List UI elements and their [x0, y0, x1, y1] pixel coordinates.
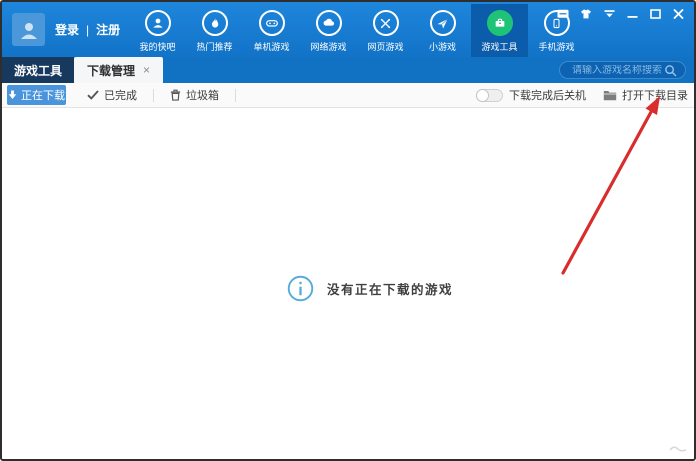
- menu-down-icon[interactable]: [603, 8, 615, 19]
- downloading-label: 正在下载: [21, 90, 65, 102]
- nav-label: 网页游戏: [367, 42, 404, 52]
- user-area: 登录 | 注册: [12, 13, 120, 46]
- message-icon[interactable]: [557, 8, 569, 19]
- toolbar-right: 下载完成后关机 打开下载目录: [476, 87, 688, 103]
- search-box[interactable]: [559, 61, 686, 79]
- download-toolbar: 正在下载 已完成 垃圾箱 下载完成后关机 打开下载目录: [2, 83, 694, 108]
- main-nav: 我的快吧 热门推荐 单机游戏 网络游戏 网页游戏 小游戏 游戏工具 手机游戏: [129, 4, 585, 57]
- empty-state: 没有正在下载的游戏: [287, 275, 453, 302]
- nav-item-my-kuaiba[interactable]: 我的快吧: [129, 4, 186, 57]
- completed-label: 已完成: [104, 90, 137, 102]
- search-icon[interactable]: [664, 64, 677, 77]
- tab-bar: 游戏工具 下载管理 ×: [2, 57, 694, 83]
- nav-label: 游戏工具: [481, 42, 518, 52]
- download-list-area: 没有正在下载的游戏: [2, 108, 694, 459]
- minimize-icon[interactable]: [626, 8, 638, 19]
- nav-item-web-games[interactable]: 网页游戏: [357, 4, 414, 57]
- downloading-button[interactable]: 正在下载: [7, 85, 66, 105]
- toolbox-icon: [486, 10, 513, 36]
- close-icon[interactable]: [672, 8, 684, 19]
- empty-message: 没有正在下载的游戏: [327, 283, 454, 297]
- completed-button[interactable]: 已完成: [87, 87, 137, 103]
- shutdown-toggle-label[interactable]: 下载完成后关机: [509, 87, 586, 103]
- window-controls: [557, 8, 684, 19]
- toggle-knob: [476, 88, 489, 102]
- flame-icon: [201, 10, 228, 36]
- nav-item-standalone-games[interactable]: 单机游戏: [243, 4, 300, 57]
- nav-label: 网络游戏: [310, 42, 347, 52]
- info-icon: [287, 275, 314, 302]
- trash-button[interactable]: 垃圾箱: [170, 87, 219, 103]
- skin-icon[interactable]: [580, 8, 592, 19]
- login-links: 登录 | 注册: [55, 21, 120, 38]
- nav-item-hot[interactable]: 热门推荐: [186, 4, 243, 57]
- search-input[interactable]: [572, 64, 664, 76]
- toolbar-divider: [153, 88, 154, 102]
- tab-label: 游戏工具: [13, 63, 62, 78]
- nav-label: 热门推荐: [196, 42, 233, 52]
- topbar: 登录 | 注册 我的快吧 热门推荐 单机游戏 网络游戏 网页游戏 小游戏 游戏工…: [2, 2, 694, 57]
- trash-label: 垃圾箱: [186, 90, 219, 102]
- maximize-icon[interactable]: [649, 8, 661, 19]
- check-icon: [87, 90, 99, 100]
- shutdown-toggle[interactable]: [476, 88, 503, 102]
- download-arrow-icon: [8, 90, 17, 100]
- user-silhouette-icon: [20, 22, 37, 39]
- tab-close-icon[interactable]: ×: [143, 64, 150, 76]
- folder-icon: [603, 90, 617, 100]
- nav-item-game-tools[interactable]: 游戏工具: [471, 4, 528, 57]
- tab-game-tools[interactable]: 游戏工具: [2, 57, 74, 83]
- cloud-icon: [315, 10, 342, 36]
- nav-item-mini-games[interactable]: 小游戏: [414, 4, 471, 57]
- nav-item-online-games[interactable]: 网络游戏: [300, 4, 357, 57]
- toolbar-divider: [235, 88, 236, 102]
- login-link[interactable]: 登录: [55, 21, 79, 38]
- trash-icon: [170, 89, 181, 101]
- nav-label: 手机游戏: [538, 42, 575, 52]
- nav-label: 我的快吧: [139, 42, 176, 52]
- avatar[interactable]: [12, 13, 45, 46]
- paper-plane-icon: [429, 10, 456, 36]
- nav-label: 单机游戏: [253, 42, 290, 52]
- tab-download-manager[interactable]: 下载管理 ×: [74, 57, 163, 83]
- app-window: 登录 | 注册 我的快吧 热门推荐 单机游戏 网络游戏 网页游戏 小游戏 游戏工…: [0, 0, 696, 461]
- crossed-swords-icon: [372, 10, 399, 36]
- open-download-dir-button[interactable]: 打开下载目录: [603, 87, 688, 103]
- user-icon: [144, 10, 171, 36]
- login-separator: |: [86, 22, 90, 37]
- nav-label: 小游戏: [428, 42, 456, 52]
- gamepad-icon: [258, 10, 285, 36]
- open-download-dir-label: 打开下载目录: [622, 90, 688, 102]
- tab-label: 下载管理: [86, 63, 135, 78]
- register-link[interactable]: 注册: [96, 21, 120, 38]
